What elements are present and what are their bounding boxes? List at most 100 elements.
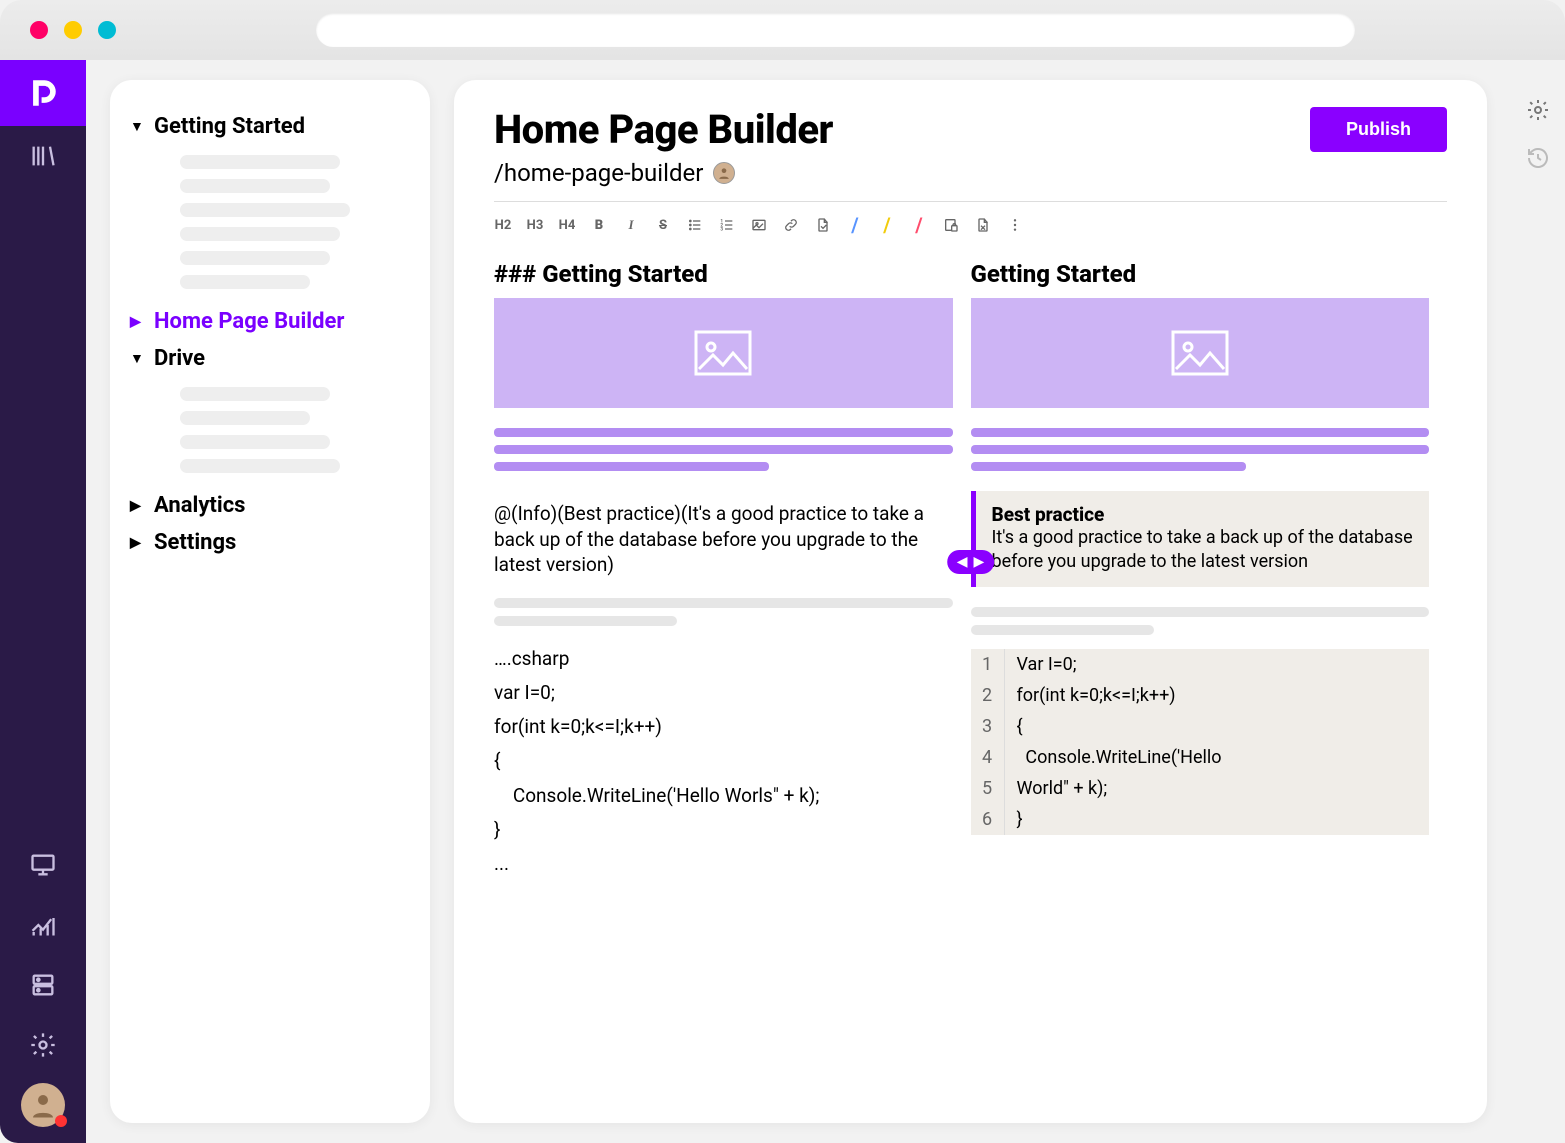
browser-chrome <box>0 0 1565 60</box>
image-placeholder <box>971 298 1430 408</box>
page-title: Home Page Builder <box>494 106 833 153</box>
bold-button[interactable]: B <box>590 216 608 234</box>
nav-item-label: Analytics <box>154 493 245 518</box>
heading3-button[interactable]: H3 <box>526 216 544 234</box>
skeleton-line <box>494 616 677 626</box>
author-avatar[interactable] <box>713 162 735 184</box>
editor-toolbar: H2 H3 H4 B I S 123 / / / <box>494 210 1447 250</box>
nav-item-home-page-builder[interactable]: ▶ Home Page Builder <box>130 303 410 340</box>
nav-item-label: Getting Started <box>154 114 305 139</box>
app-logo[interactable] <box>0 60 86 126</box>
skeleton-line <box>180 435 330 449</box>
skeleton-line <box>180 459 340 473</box>
skeleton-line <box>971 445 1430 454</box>
code-line: 5World" + k); <box>971 773 1430 804</box>
skeleton-line <box>494 428 953 437</box>
skeleton-line <box>180 155 340 169</box>
window-maximize[interactable] <box>98 21 116 39</box>
nav-item-drive[interactable]: ▼ Drive <box>130 340 410 377</box>
user-avatar[interactable] <box>21 1083 65 1127</box>
window-minimize[interactable] <box>64 21 82 39</box>
image-placeholder <box>494 298 953 408</box>
skeleton-line <box>971 625 1154 635</box>
publish-button[interactable]: Publish <box>1310 107 1447 152</box>
link-button[interactable] <box>782 216 800 234</box>
skeleton-line <box>494 598 953 608</box>
heading4-button[interactable]: H4 <box>558 216 576 234</box>
heading-raw: ### Getting Started <box>494 260 953 288</box>
caret-right-icon: ▶ <box>130 498 144 514</box>
gear-icon[interactable] <box>1526 98 1550 126</box>
nav-item-analytics[interactable]: ▶ Analytics <box>130 487 410 524</box>
split-handle[interactable]: ◀ ▶ <box>947 550 995 574</box>
skeleton-line <box>180 251 330 265</box>
right-rail <box>1511 60 1565 1143</box>
caret-right-icon: ▶ <box>130 535 144 551</box>
nav-item-label: Drive <box>154 346 205 371</box>
logo-icon <box>26 76 60 110</box>
skeleton-line <box>180 411 310 425</box>
more-button[interactable] <box>1006 216 1024 234</box>
highlight-red-button[interactable]: / <box>910 216 928 234</box>
chevron-left-icon: ◀ <box>957 554 968 570</box>
code-preview: 1Var I=0; 2for(int k=0;k<=I;k++) 3{ 4 Co… <box>971 649 1430 835</box>
callout-raw: @(Info)(Best practice)(It's a good pract… <box>494 501 953 578</box>
image-button[interactable] <box>750 216 768 234</box>
skeleton-line <box>180 275 310 289</box>
history-icon[interactable] <box>1526 146 1550 174</box>
strikethrough-button[interactable]: S <box>654 216 672 234</box>
highlight-yellow-button[interactable]: / <box>878 216 896 234</box>
code-line: 1Var I=0; <box>971 649 1430 680</box>
monitor-icon[interactable] <box>0 835 86 895</box>
lock-button[interactable] <box>942 216 960 234</box>
skeleton-line <box>180 179 330 193</box>
page-slug: /home-page-builder <box>494 159 703 187</box>
analytics-icon[interactable] <box>0 895 86 955</box>
caret-down-icon: ▼ <box>130 118 144 135</box>
nav-item-getting-started[interactable]: ▼ Getting Started <box>130 108 410 145</box>
skeleton-line <box>180 203 350 217</box>
caret-right-icon: ▶ <box>130 314 144 330</box>
app-rail <box>0 60 86 1143</box>
code-line: 3{ <box>971 711 1430 742</box>
delete-button[interactable] <box>974 216 992 234</box>
callout-body: It's a good practice to take a back up o… <box>992 526 1414 575</box>
bullet-list-button[interactable] <box>686 216 704 234</box>
library-icon[interactable] <box>0 126 86 186</box>
skeleton-line <box>494 445 953 454</box>
split-editor: ### Getting Started @(Info)(Best practic… <box>494 250 1447 881</box>
nav-tree: ▼ Getting Started ▶ Home Page Builder ▼ … <box>110 80 430 1123</box>
code-line: 6} <box>971 804 1430 835</box>
nav-item-settings[interactable]: ▶ Settings <box>130 524 410 561</box>
window-close[interactable] <box>30 21 48 39</box>
code-line: 2for(int k=0;k<=I;k++) <box>971 680 1430 711</box>
code-line: 4 Console.WriteLine('Hello <box>971 742 1430 773</box>
ordered-list-button[interactable]: 123 <box>718 216 736 234</box>
nav-item-label: Settings <box>154 530 236 555</box>
skeleton-line <box>971 428 1430 437</box>
heading-preview: Getting Started <box>971 260 1430 288</box>
address-bar[interactable] <box>316 13 1355 47</box>
server-icon[interactable] <box>0 955 86 1015</box>
preview-pane: Getting Started Best practice It's a goo… <box>971 250 1448 881</box>
divider <box>494 201 1447 202</box>
skeleton-line <box>180 227 340 241</box>
window-controls <box>30 21 116 39</box>
highlight-blue-button[interactable]: / <box>846 216 864 234</box>
skeleton-line <box>180 387 330 401</box>
svg-text:3: 3 <box>720 226 723 232</box>
skeleton-line <box>494 462 769 471</box>
skeleton-line <box>971 607 1430 617</box>
heading2-button[interactable]: H2 <box>494 216 512 234</box>
chevron-right-icon: ▶ <box>974 554 985 570</box>
settings-icon[interactable] <box>0 1015 86 1075</box>
callout-preview: Best practice It's a good practice to ta… <box>971 491 1430 587</box>
callout-title: Best practice <box>992 503 1414 526</box>
file-button[interactable] <box>814 216 832 234</box>
italic-button[interactable]: I <box>622 216 640 234</box>
source-pane[interactable]: ### Getting Started @(Info)(Best practic… <box>494 250 971 881</box>
caret-down-icon: ▼ <box>130 350 144 367</box>
code-raw: ….csharp var I=0; for(int k=0;k<=I;k++) … <box>494 642 953 881</box>
editor-panel: Home Page Builder Publish /home-page-bui… <box>454 80 1487 1123</box>
nav-item-label: Home Page Builder <box>154 309 344 334</box>
